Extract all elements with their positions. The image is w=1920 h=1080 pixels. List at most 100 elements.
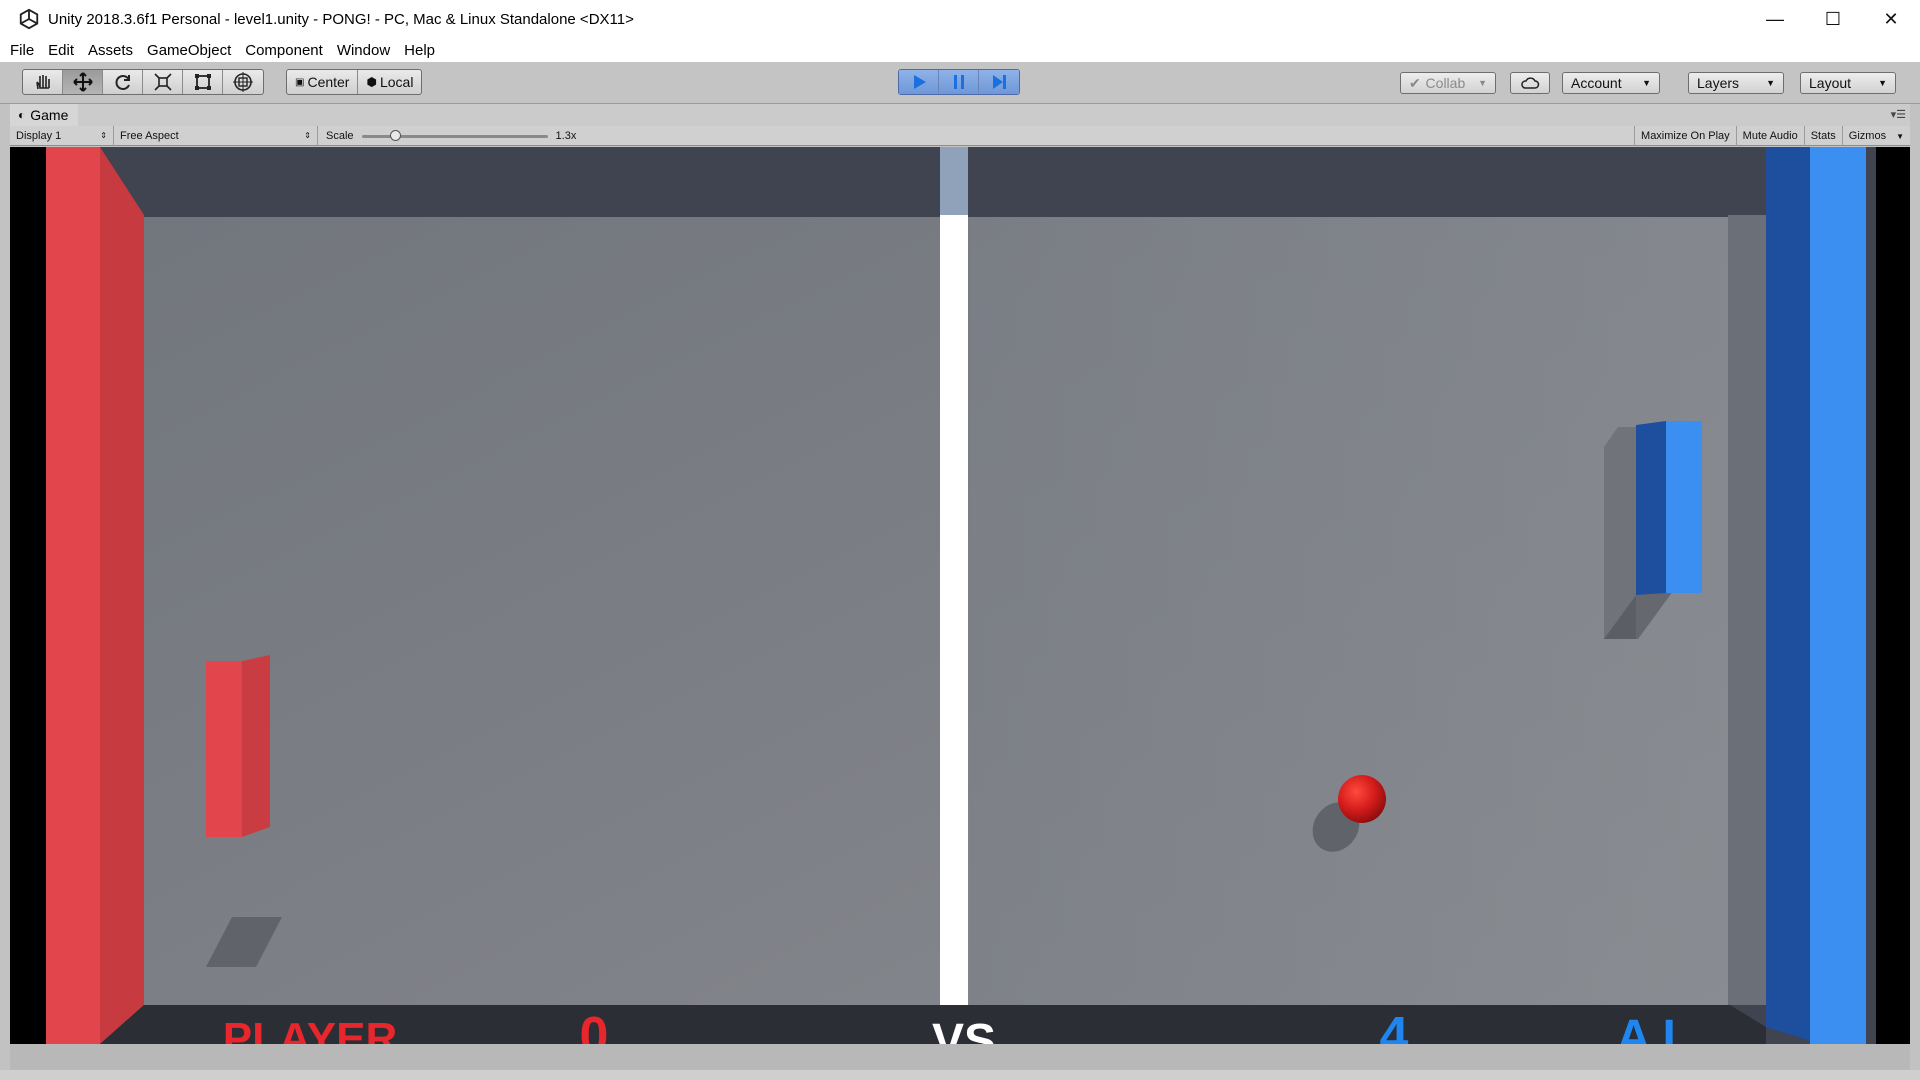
scale-tool-icon [153,73,172,91]
move-tool-button[interactable] [63,70,103,94]
close-button[interactable]: ✕ [1862,0,1920,38]
player-paddle [206,661,242,837]
rotate-tool-button[interactable] [103,70,143,94]
center-line [940,215,968,1005]
display-label: Display 1 [16,129,62,142]
display-dropdown[interactable]: Display 1 ⇕ [10,125,114,146]
menu-bar: File Edit Assets GameObject Component Wi… [0,38,1920,62]
transform-tool-button[interactable] [223,70,263,94]
stats-toggle[interactable]: Stats [1803,126,1842,146]
title-bar: Unity 2018.3.6f1 Personal - level1.unity… [0,0,1920,38]
transform-tool-icon [233,72,253,92]
collab-check-icon: ✔ [1409,74,1421,91]
mute-audio-toggle[interactable]: Mute Audio [1735,126,1804,146]
updown-icon: ⇕ [100,131,107,140]
ai-paddle-shadow-trail [1604,427,1636,639]
updown-icon: ⇕ [304,131,311,140]
game-view-bottom [10,1044,1910,1070]
menu-edit[interactable]: Edit [48,42,74,59]
step-icon [993,75,1006,89]
move-tool-icon [72,72,93,92]
ball [1338,775,1386,823]
left-wall-side [100,147,144,1044]
left-wall-front [46,147,100,1044]
play-button[interactable] [899,70,939,94]
ai-paddle-side [1636,421,1666,595]
step-button[interactable] [979,70,1019,94]
scale-slider[interactable] [361,126,548,146]
game-view[interactable]: PLAYER 0 VS 4 A I [10,147,1910,1044]
chevron-down-icon: ▼ [1766,78,1775,88]
ai-score: 4 [1380,1007,1409,1044]
player-score: 0 [580,1007,609,1044]
pause-icon [953,75,964,89]
rect-tool-button[interactable] [183,70,223,94]
game-tab-label: Game [30,107,69,123]
hand-tool-button[interactable] [23,70,63,94]
menu-help[interactable]: Help [404,42,435,59]
center-line-top [940,147,968,217]
unity-logo-icon [19,8,39,30]
account-label: Account [1571,75,1622,91]
pivot-label: Center [307,74,350,90]
game-tab-icon: ◐ [18,108,26,122]
menu-window[interactable]: Window [337,42,390,59]
unity-editor-window: Unity 2018.3.6f1 Personal - level1.unity… [0,0,1920,1080]
layers-label: Layers [1697,75,1740,91]
maximize-on-play-toggle[interactable]: Maximize On Play [1634,126,1736,146]
collab-label: Collab [1425,75,1466,91]
layers-dropdown[interactable]: Layers ▼ [1688,72,1784,94]
layout-dropdown[interactable]: Layout ▼ [1800,72,1896,94]
right-wall-front [1810,147,1866,1044]
pivot-icon: ▣ [295,76,305,88]
collab-dropdown[interactable]: ✔ Collab ▼ [1400,72,1496,94]
game-scene: PLAYER 0 VS 4 A I [46,147,1876,1044]
chevron-down-icon: ▼ [1642,78,1651,88]
main-toolbar: ▣ Center ⬢ Local ✔ Collab ▼ Account ▼ La… [0,62,1920,104]
play-icon [913,75,926,89]
chevron-down-icon: ▼ [1878,78,1887,88]
scale-slider-thumb[interactable] [389,129,401,141]
space-label: Local [379,74,414,90]
cloud-button[interactable] [1510,72,1550,94]
game-tab-bar: ◐ Game ▾☰ [10,104,1910,126]
play-controls [898,69,1020,95]
hand-tool-icon [35,75,50,90]
aspect-label: Free Aspect [120,129,179,142]
pivot-local-button[interactable]: ⬢ Local [358,70,421,94]
pause-button[interactable] [939,70,979,94]
game-view-toggles: Maximize On Play Mute Audio Stats Gizmos… [1634,126,1910,146]
gizmos-label: Gizmos [1848,130,1887,142]
tab-menu-icon[interactable]: ▾☰ [1891,108,1906,121]
maximize-button[interactable]: ☐ [1804,0,1862,38]
scale-label: Scale [326,129,354,142]
pivot-center-button[interactable]: ▣ Center [287,70,359,94]
account-dropdown[interactable]: Account ▼ [1562,72,1660,94]
window-title: Unity 2018.3.6f1 Personal - level1.unity… [48,10,634,28]
scale-tool-button[interactable] [143,70,183,94]
game-view-toolbar: Display 1 ⇕ Free Aspect ⇕ Scale 1.3x Max… [10,125,1910,146]
layout-label: Layout [1809,75,1852,91]
vs-label: VS [932,1015,996,1044]
aspect-dropdown[interactable]: Free Aspect ⇕ [114,125,318,146]
chevron-down-icon: ▼ [1478,78,1487,88]
menu-gameobject[interactable]: GameObject [147,42,231,59]
transform-tools [22,69,264,95]
menu-file[interactable]: File [10,42,34,59]
status-bar [0,1070,1920,1080]
rect-tool-icon [194,74,211,90]
pivot-toggles: ▣ Center ⬢ Local [286,69,423,95]
menu-component[interactable]: Component [245,42,323,59]
chevron-down-icon: ▼ [1896,131,1904,141]
scale-value: 1.3x [555,129,577,142]
tab-game[interactable]: ◐ Game [10,104,79,126]
player-label: PLAYER [223,1014,397,1044]
gizmos-dropdown[interactable]: Gizmos ▼ [1841,126,1910,146]
minimize-button[interactable]: — [1746,0,1804,38]
rotate-tool-icon [115,75,130,90]
menu-assets[interactable]: Assets [88,42,133,59]
window-controls: — ☐ ✕ [1746,0,1920,38]
cube-icon: ⬢ [366,75,377,89]
ai-paddle [1666,421,1702,593]
cloud-icon [1521,77,1540,89]
